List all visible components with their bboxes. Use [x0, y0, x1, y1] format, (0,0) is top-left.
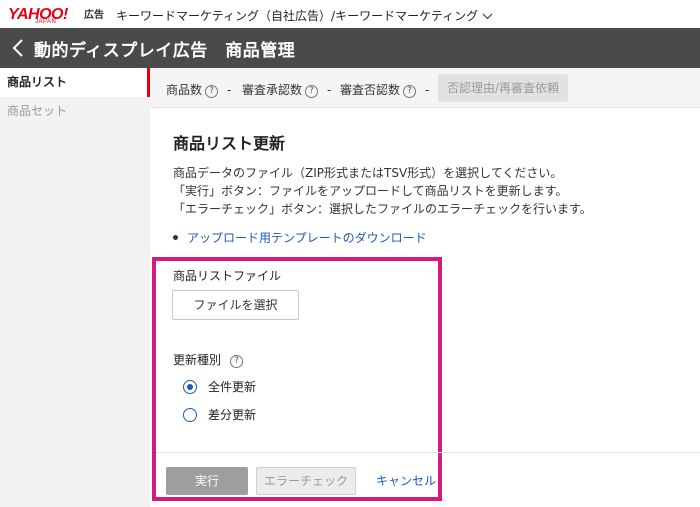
radio-label: 全件更新 [208, 380, 257, 394]
divider [156, 452, 700, 453]
radio-label: 差分更新 [208, 408, 257, 422]
stat-label: 審査承認数 [242, 83, 303, 97]
description-line: 商品データのファイル（ZIP形式またはTSV形式）を選択してください。 [173, 166, 563, 180]
reject-reason-button[interactable]: 否認理由/再審査依頼 [438, 74, 568, 102]
stat-value: - [425, 83, 430, 97]
update-type-text: 更新種別 [173, 353, 222, 367]
choose-file-button[interactable]: ファイルを選択 [172, 290, 299, 320]
description: 商品データのファイル（ZIP形式またはTSV形式）を選択してください。 「実行」… [173, 164, 592, 218]
sidebar: 商品リスト 商品セット [0, 68, 150, 507]
stat-label: 商品数 [166, 83, 203, 97]
stats-bar: 商品数? - 審査承認数? - 審査否認数? - 否認理由/再審査依頼 [150, 68, 700, 108]
question-circle-icon[interactable]: ? [230, 355, 244, 368]
update-type-label: 更新種別? [173, 351, 244, 368]
run-button[interactable]: 実行 [166, 467, 248, 495]
section-title: 商品リスト更新 [173, 134, 286, 153]
template-link-row: アップロード用テンプレートのダウンロード [173, 229, 427, 246]
question-circle-icon[interactable]: ? [403, 85, 417, 98]
top-bar: YAHOO! JAPAN 広告 キーワードマーケティング（自社広告）/キーワード… [0, 0, 700, 28]
logo-ad: 広告 [84, 10, 104, 21]
question-circle-icon[interactable]: ? [205, 85, 219, 98]
error-check-button[interactable]: エラーチェック [256, 467, 356, 495]
sidebar-item-product-set[interactable]: 商品セット [0, 97, 150, 126]
page-header: 動的ディスプレイ広告 商品管理 [0, 28, 700, 68]
file-field-label: 商品リストファイル [173, 269, 282, 283]
radio-full-update[interactable]: 全件更新 [183, 378, 256, 395]
description-line: 「実行」ボタン：ファイルをアップロードして商品リストを更新します。 [173, 184, 568, 198]
logo-sub: JAPAN [35, 19, 57, 25]
stat-label: 審査否認数 [340, 83, 401, 97]
yahoo-ads-logo[interactable]: YAHOO! JAPAN 広告 [8, 4, 106, 26]
radio-unselected-icon[interactable] [183, 408, 197, 422]
chevron-left-icon[interactable] [11, 37, 25, 59]
template-download-link[interactable]: アップロード用テンプレートのダウンロード [187, 231, 427, 245]
question-circle-icon[interactable]: ? [305, 85, 319, 98]
cancel-link[interactable]: キャンセル [376, 472, 436, 489]
stat-product-count: 商品数? - [166, 81, 231, 98]
bullet-icon [173, 235, 178, 240]
stat-value: - [227, 83, 232, 97]
stat-value: - [327, 83, 332, 97]
page-title: 動的ディスプレイ広告 商品管理 [34, 41, 296, 61]
account-selector[interactable]: キーワードマーケティング（自社広告）/キーワードマーケティング [116, 7, 493, 24]
chevron-down-icon [482, 12, 493, 23]
stat-rejected-count: 審査否認数? - [340, 81, 429, 98]
account-label: キーワードマーケティング（自社広告）/キーワードマーケティング [116, 9, 479, 23]
radio-diff-update[interactable]: 差分更新 [183, 406, 256, 423]
radio-selected-icon[interactable] [183, 380, 197, 394]
description-line: 「エラーチェック」ボタン：選択したファイルのエラーチェックを行います。 [173, 202, 592, 216]
stat-approved-count: 審査承認数? - [242, 81, 331, 98]
sidebar-item-product-list[interactable]: 商品リスト [0, 68, 150, 97]
